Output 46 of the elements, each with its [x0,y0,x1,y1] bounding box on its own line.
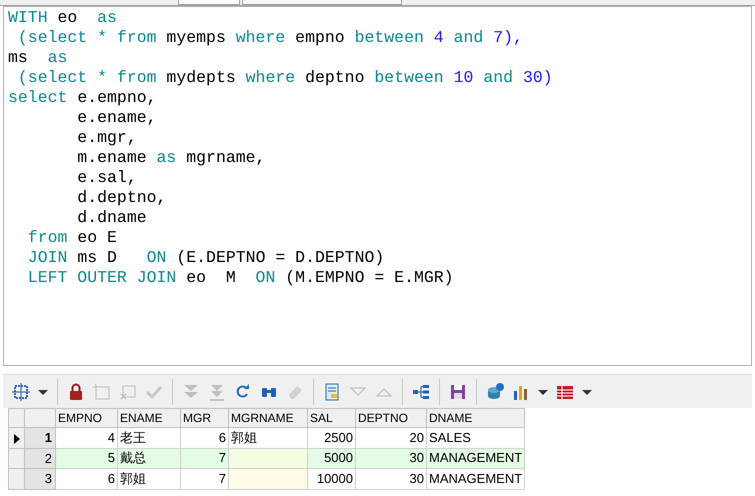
table-cell: 老王 [118,428,180,448]
column-header[interactable]: SAL [308,408,356,428]
code-line: WITH eo as [8,8,117,28]
table-cell: 6 [56,468,118,489]
code-line: select e.empno, [8,88,157,108]
row-number[interactable]: 3 [24,468,56,489]
sql-editor[interactable] [3,6,752,366]
row-number[interactable]: 2 [24,448,56,468]
grid-select-icon[interactable] [11,382,31,402]
table-cell: 5 [56,448,118,468]
code-line: LEFT OUTER JOIN eo M ON (M.EMPNO = E.MGR) [26,268,454,288]
table-cell: 5000 [308,448,356,468]
column-header[interactable]: MGRNAME [228,408,308,428]
table-cell: MANAGEMENT [426,448,525,468]
column-header[interactable]: EMPNO [56,408,118,428]
code-line: e.sal, [76,168,137,188]
table-cell: 7 [180,448,228,468]
table-cell: MANAGEMENT [426,468,525,489]
table-cell: SALES [426,428,525,448]
table-cell: 20 [356,428,426,448]
column-header[interactable]: ENAME [118,408,180,428]
code-line: (select * from mydepts where deptno between 10 and 30) [16,68,553,88]
code-line: e.mgr, [76,128,137,148]
table-cell: 2500 [308,428,356,448]
table-cell: 30 [356,448,426,468]
code-line: e.ename, [76,108,157,128]
code-line: JOIN ms D ON (E.DEPTNO = D.DEPTNO) [26,248,384,268]
database-icon[interactable] [485,382,505,402]
table-cell: 6 [180,428,228,448]
row-number[interactable]: 1 [24,428,56,448]
code-line: m.ename as mgrname, [76,148,266,168]
table-cell: 郭姐 [228,428,308,448]
column-header[interactable]: DNAME [426,408,525,428]
column-header[interactable]: MGR [180,408,228,428]
code-line: d.dname [76,208,147,228]
code-line: (select * from myemps where empno between 4 and 7), [16,28,523,48]
column-header[interactable]: DEPTNO [356,408,426,428]
table-cell: 7 [180,468,228,489]
table-cell: 戴总 [118,448,180,468]
table-cell: 郭姐 [118,468,180,489]
code-line: ms as [8,48,68,68]
table-cell: 30 [356,468,426,489]
table-cell: 10000 [308,468,356,489]
code-line: d.deptno, [76,188,166,208]
table-cell: 4 [56,428,118,448]
code-line: from eo E [26,228,117,248]
